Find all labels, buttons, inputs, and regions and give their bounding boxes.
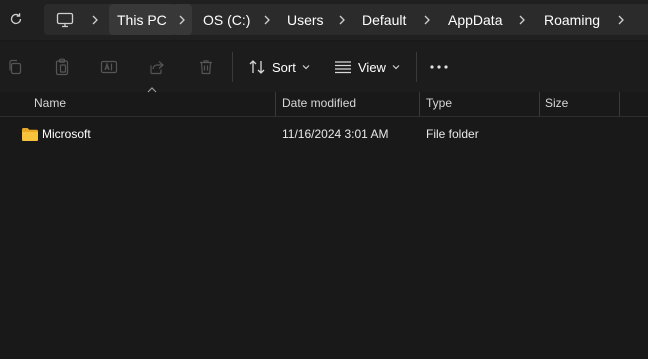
breadcrumb-chevron[interactable] xyxy=(88,4,102,35)
column-header-type[interactable]: Type xyxy=(426,90,452,116)
column-divider[interactable] xyxy=(275,92,276,116)
chevron-right-icon xyxy=(519,15,525,24)
more-options-icon xyxy=(430,65,448,69)
address-box[interactable]: This PC OS (C:) Users Default AppData Ro… xyxy=(44,4,648,35)
file-date-modified: 11/16/2024 3:01 AM xyxy=(282,127,389,141)
copy-icon xyxy=(9,59,22,75)
more-options-button[interactable] xyxy=(430,52,448,82)
refresh-button[interactable] xyxy=(4,6,28,32)
chevron-right-icon xyxy=(339,15,345,24)
file-row[interactable]: Microsoft 11/16/2024 3:01 AM File folder xyxy=(0,122,648,146)
share-button[interactable] xyxy=(146,56,168,78)
breadcrumb-item-users[interactable]: Users xyxy=(287,4,324,35)
chevron-right-icon xyxy=(179,15,185,24)
column-header-size[interactable]: Size xyxy=(545,90,568,116)
this-pc-location-icon[interactable] xyxy=(56,4,74,35)
column-divider[interactable] xyxy=(619,92,620,116)
column-divider[interactable] xyxy=(539,92,540,116)
toolbar-separator xyxy=(232,52,233,82)
column-header-name[interactable]: Name xyxy=(34,90,66,116)
breadcrumb-chevron[interactable] xyxy=(172,4,192,35)
chevron-right-icon xyxy=(92,15,98,24)
breadcrumb-chevron[interactable] xyxy=(260,4,274,35)
chevron-down-icon xyxy=(392,65,400,70)
breadcrumb-chevron[interactable] xyxy=(515,4,529,35)
chevron-right-icon xyxy=(424,15,430,24)
paste-button[interactable] xyxy=(51,56,73,78)
view-button[interactable]: View xyxy=(334,52,400,82)
rename-button[interactable] xyxy=(98,56,120,78)
refresh-icon xyxy=(10,13,22,25)
chevron-down-icon xyxy=(302,65,310,70)
monitor-icon xyxy=(56,12,74,27)
copy-button[interactable] xyxy=(4,56,26,78)
breadcrumb-item-roaming[interactable]: Roaming xyxy=(544,4,600,35)
breadcrumb-item-default[interactable]: Default xyxy=(362,4,406,35)
sort-button[interactable]: Sort xyxy=(248,52,310,82)
chevron-right-icon xyxy=(618,15,624,24)
clipboard-icon xyxy=(55,58,69,76)
breadcrumb-item-os-c[interactable]: OS (C:) xyxy=(203,4,250,35)
rename-icon xyxy=(100,60,118,74)
column-divider[interactable] xyxy=(419,92,420,116)
sort-icon xyxy=(249,60,265,74)
command-bar: Sort View xyxy=(0,42,648,92)
delete-button[interactable] xyxy=(195,56,217,78)
breadcrumb-chevron[interactable] xyxy=(420,4,434,35)
chevron-right-icon xyxy=(264,15,270,24)
breadcrumb-item-appdata[interactable]: AppData xyxy=(448,4,502,35)
breadcrumb-chevron[interactable] xyxy=(614,4,628,35)
file-name[interactable]: Microsoft xyxy=(42,122,91,146)
breadcrumb-chevron[interactable] xyxy=(335,4,349,35)
view-label: View xyxy=(358,59,386,75)
toolbar-separator xyxy=(416,52,417,82)
sort-label: Sort xyxy=(272,59,296,75)
share-icon xyxy=(150,61,164,75)
folder-icon xyxy=(21,122,39,146)
breadcrumb-item-this-pc[interactable]: This PC xyxy=(109,4,175,35)
file-type: File folder xyxy=(426,127,479,141)
column-header: Name Date modified Type Size xyxy=(0,90,648,117)
trash-icon xyxy=(200,60,212,75)
view-list-icon xyxy=(335,61,351,74)
address-bar-row: This PC OS (C:) Users Default AppData Ro… xyxy=(0,0,648,40)
column-header-date-modified[interactable]: Date modified xyxy=(282,90,356,116)
